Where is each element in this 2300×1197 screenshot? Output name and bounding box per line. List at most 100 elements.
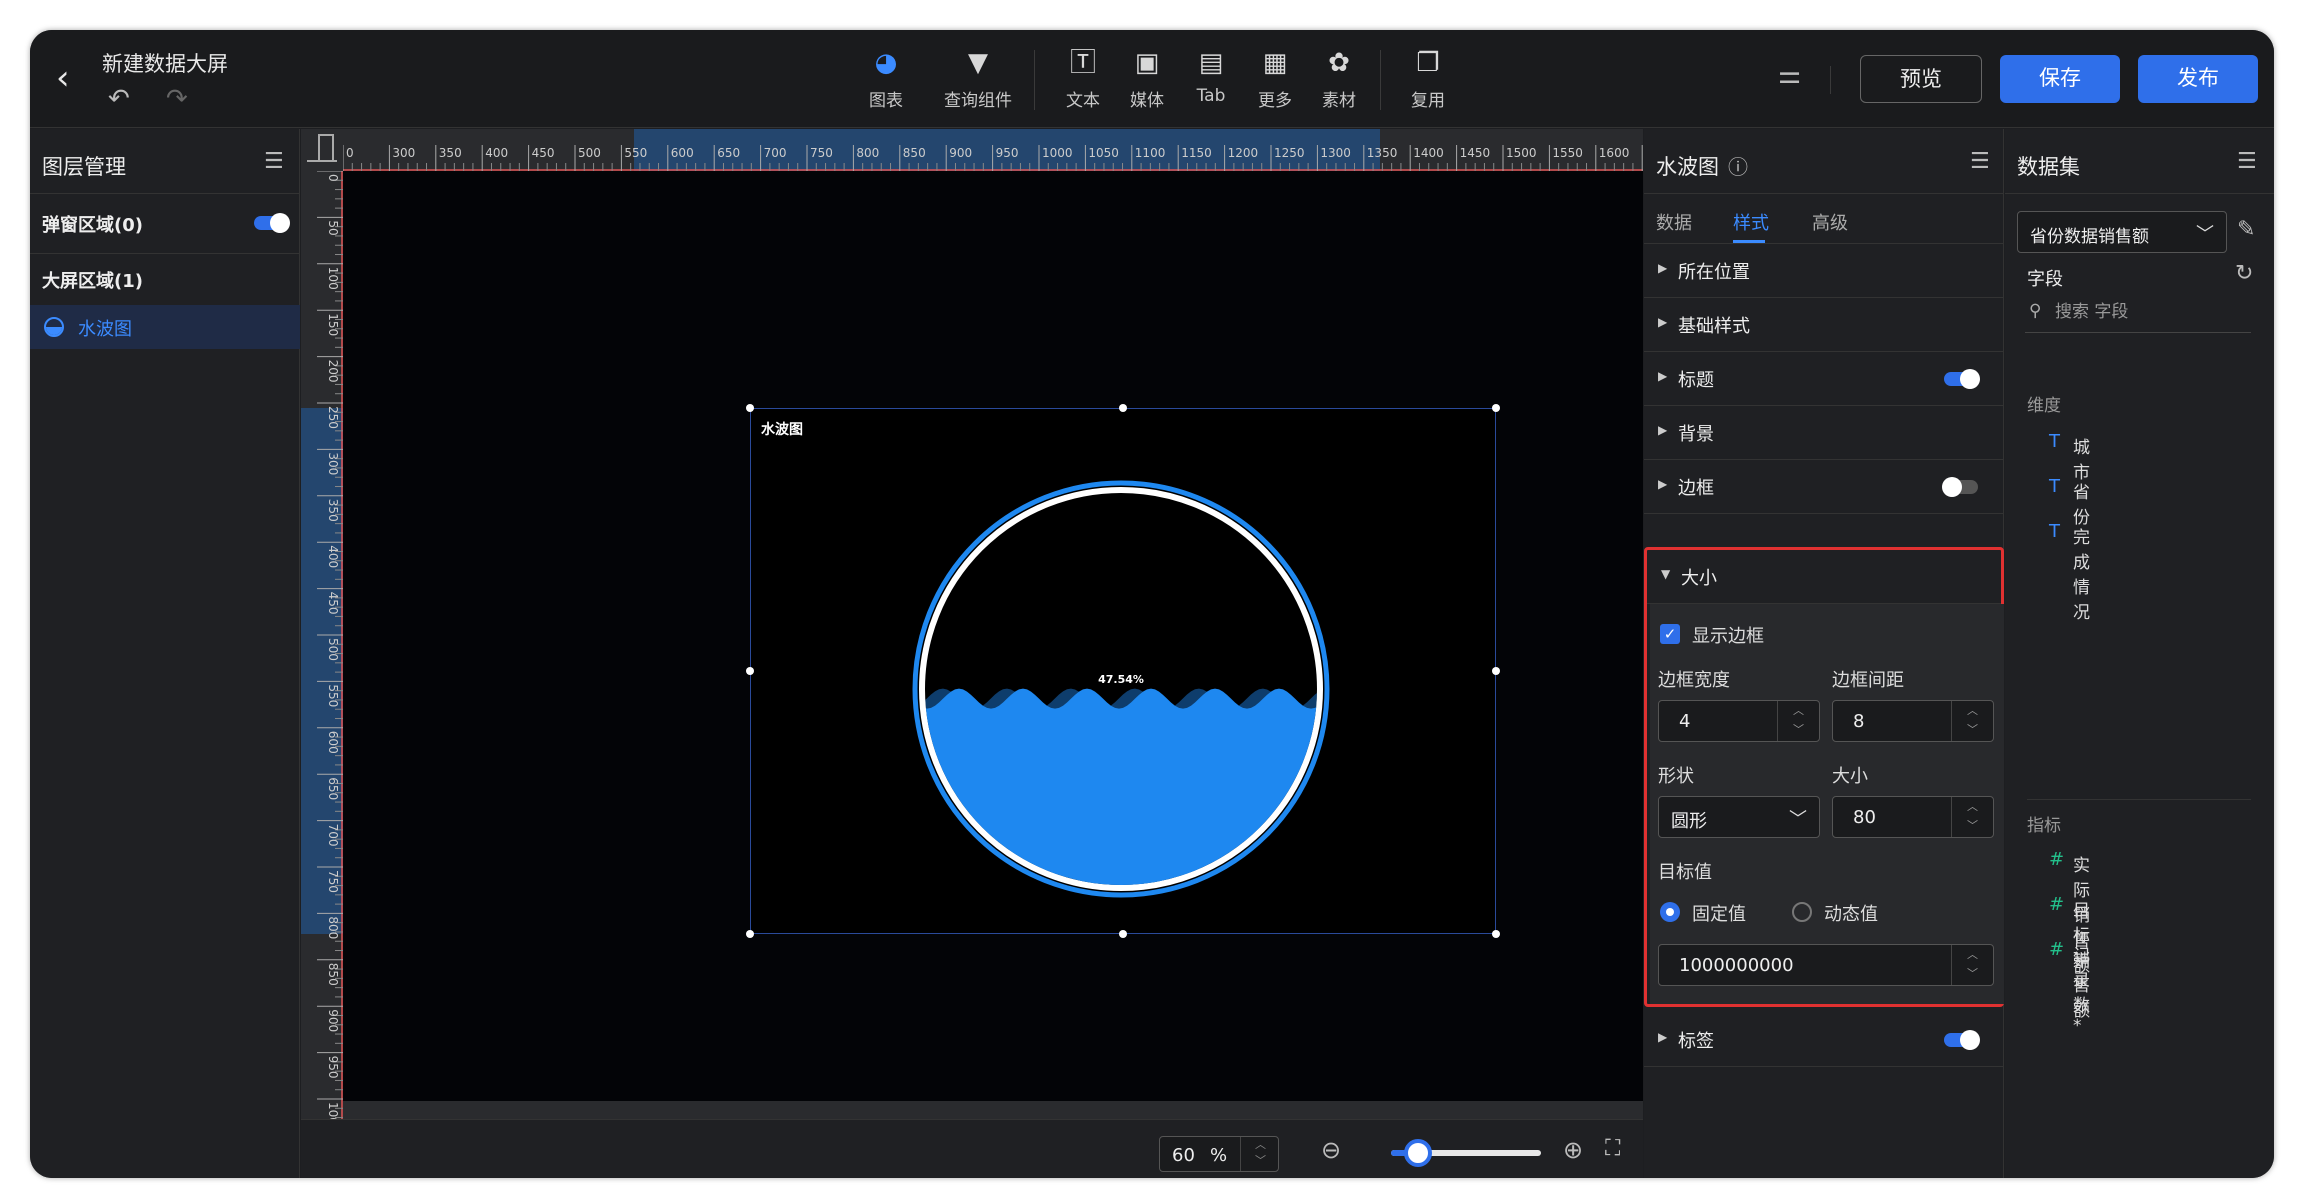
tab-style[interactable]: 样式 [1733, 209, 1769, 235]
section-position[interactable]: ▶ 所在位置 [1644, 244, 2004, 298]
publish-button[interactable]: 发布 [2138, 55, 2258, 103]
caret-down-icon: ▼ [1661, 567, 1671, 581]
resize-handle[interactable] [746, 667, 754, 675]
toolbar-divider [1034, 50, 1035, 110]
resize-handle[interactable] [746, 930, 754, 938]
tab-advanced[interactable]: 高级 [1812, 209, 1848, 235]
ruler-top-label: 350 [439, 146, 462, 160]
popup-area-toggle[interactable] [254, 213, 290, 233]
tab-data[interactable]: 数据 [1656, 209, 1692, 235]
ruler-top-label: 1150 [1181, 146, 1212, 160]
back-icon[interactable]: ‹ [56, 58, 86, 98]
border-gap-input[interactable]: 8 ︿ ﹀ [1832, 700, 1994, 742]
tool-reuse[interactable]: ❐ 复用 [1388, 46, 1468, 111]
palette-icon: ✿ [1328, 48, 1350, 78]
filter-icon: ▼ [968, 48, 988, 78]
border-toggle[interactable] [1942, 477, 1978, 497]
refresh-icon[interactable]: ↻ [2235, 261, 2253, 286]
layer-item-label: 水波图 [78, 319, 132, 340]
target-value-stepper[interactable]: ︿ ﹀ [1951, 945, 1993, 985]
section-border[interactable]: ▶ 边框 [1644, 460, 2004, 514]
resize-handle[interactable] [1492, 404, 1500, 412]
ruler-left-label: 800 [326, 916, 340, 939]
show-border-checkbox[interactable]: ✓ [1660, 624, 1680, 644]
property-panel: 水波图 ⓘ ☰ 数据 样式 高级 ▶ 所在位置 ▶ 基础样式 ▶ 标题 ▶ 背景… [1644, 129, 2004, 1178]
tool-query[interactable]: ▼ 查询组件 [938, 46, 1018, 111]
liquid-chart-widget[interactable]: 水波图 47.54% [750, 408, 1496, 934]
document-title: 新建数据大屏 [102, 52, 228, 76]
resize-handle[interactable] [746, 404, 754, 412]
metrics-label: 指标 [2027, 816, 2061, 836]
search-icon: ⚲ [2029, 301, 2042, 321]
layer-item-liquid[interactable]: 水波图 [30, 305, 300, 349]
chevron-down-icon: ﹀ [2196, 224, 2214, 245]
zoom-slider[interactable] [1391, 1139, 1541, 1167]
title-toggle[interactable] [1944, 369, 1980, 389]
border-gap-stepper[interactable]: ︿ ﹀ [1951, 701, 1993, 741]
section-label[interactable]: ▶ 标签 [1644, 1013, 2004, 1067]
divider [30, 253, 300, 254]
size-input[interactable]: 80 ︿ ﹀ [1832, 796, 1994, 838]
ruler-left-label: 750 [326, 870, 340, 893]
info-icon[interactable]: ⓘ [1728, 151, 1748, 180]
resize-handle[interactable] [1492, 667, 1500, 675]
header-divider [1830, 66, 1831, 94]
resize-handle[interactable] [1492, 930, 1500, 938]
menu-icon[interactable]: ☰ [264, 149, 284, 174]
menu-icon[interactable]: ☰ [2237, 149, 2257, 174]
menu-icon[interactable]: ☰ [1970, 149, 1990, 174]
field-search-input[interactable] [2055, 299, 2245, 325]
zoom-out-icon[interactable]: ⊖ [1321, 1136, 1341, 1164]
label-toggle[interactable] [1944, 1030, 1980, 1050]
zoom-slider-thumb[interactable] [1404, 1139, 1432, 1167]
liquid-chart: 47.54% [912, 480, 1330, 898]
section-size[interactable]: ▼ 大小 [1647, 550, 2001, 604]
settings-sliders-icon[interactable]: ⚌ [1778, 60, 1801, 90]
dimensions-label: 维度 [2027, 396, 2061, 416]
redo-icon[interactable]: ↷ [166, 84, 188, 114]
resize-handle[interactable] [1119, 404, 1127, 412]
fit-screen-icon[interactable]: ⛶ [1605, 1136, 1620, 1161]
section-basic-style[interactable]: ▶ 基础样式 [1644, 298, 2004, 352]
tool-assets[interactable]: ✿ 素材 [1299, 46, 1379, 111]
popup-area-label: 弹窗区域(0) [42, 215, 143, 236]
dynamic-value-radio[interactable] [1792, 902, 1812, 922]
preview-button[interactable]: 预览 [1860, 55, 1982, 103]
size-stepper[interactable]: ︿ ﹀ [1951, 797, 1993, 837]
liquid-chart-icon [44, 317, 64, 337]
edit-icon[interactable]: ✎ [2237, 217, 2255, 242]
caret-right-icon: ▶ [1658, 369, 1668, 383]
border-width-stepper[interactable]: ︿ ﹀ [1777, 701, 1819, 741]
zoom-in-icon[interactable]: ⊕ [1563, 1136, 1583, 1164]
zoom-stepper[interactable]: ︿ ﹀ [1240, 1137, 1280, 1171]
ruler-left-label: 0 [326, 174, 340, 182]
ruler-left-label: 150 [326, 313, 340, 336]
save-button[interactable]: 保存 [2000, 55, 2120, 103]
size-section-highlight: ▼ 大小 ✓ 显示边框 边框宽度 边框间距 4 ︿﹀ 8 ︿﹀ 形状 大小 [1644, 547, 2004, 1007]
resize-handle[interactable] [1119, 930, 1127, 938]
ruler-top-label: 650 [717, 146, 740, 160]
undo-icon[interactable]: ↶ [108, 84, 130, 114]
dataset-select[interactable]: 省份数据销售额 ﹀ [2017, 211, 2227, 253]
ruler-left-label: 600 [326, 731, 340, 754]
ruler-top-label: 800 [856, 146, 879, 160]
section-title[interactable]: ▶ 标题 [1644, 352, 2004, 406]
zoom-value: 60 [1172, 1145, 1195, 1166]
shape-select[interactable]: 圆形 ﹀ [1658, 796, 1820, 838]
caret-right-icon: ▶ [1658, 423, 1668, 437]
zoom-input[interactable]: 60 % ︿ ﹀ [1159, 1136, 1279, 1172]
section-background[interactable]: ▶ 背景 [1644, 406, 2004, 460]
ruler-top-label: 1500 [1506, 146, 1537, 160]
divider [30, 193, 300, 194]
fixed-value-radio[interactable] [1660, 902, 1680, 922]
copy-icon: ❐ [1416, 48, 1440, 78]
border-width-input[interactable]: 4 ︿ ﹀ [1658, 700, 1820, 742]
size-section-body: ✓ 显示边框 边框宽度 边框间距 4 ︿﹀ 8 ︿﹀ 形状 大小 圆形 ﹀ [1650, 604, 2004, 1004]
ruler-left-label: 500 [326, 638, 340, 661]
ruler-top-label: 900 [949, 146, 972, 160]
canvas-stage[interactable]: 水波图 47.54% [343, 171, 1643, 1101]
ruler-left-label: 400 [326, 545, 340, 568]
ruler-top-label: 0 [346, 146, 354, 160]
target-value-input[interactable]: 1000000000 ︿ ﹀ [1658, 944, 1994, 986]
tool-chart[interactable]: ◕ 图表 [846, 46, 926, 111]
